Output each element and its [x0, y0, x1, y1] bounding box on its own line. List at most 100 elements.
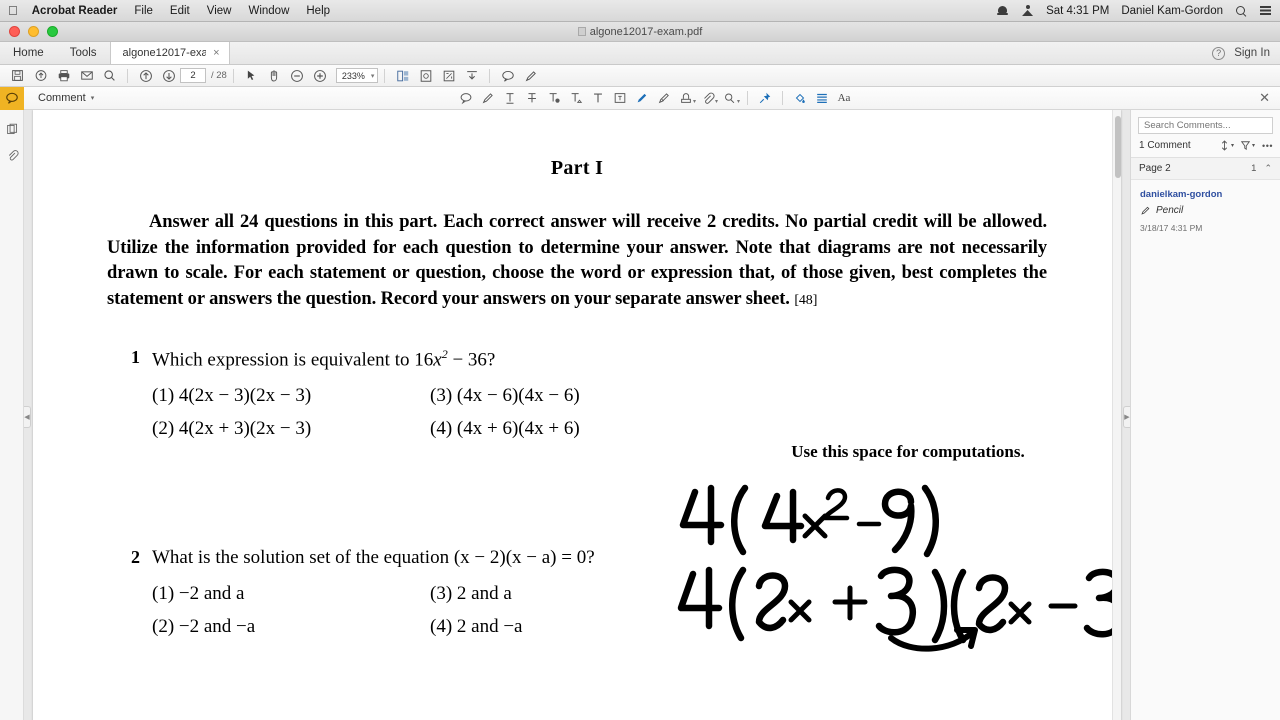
pencil-icon — [1141, 206, 1150, 215]
comment-mode-label[interactable]: Comment ▾ — [24, 92, 94, 104]
next-page-icon[interactable] — [157, 66, 180, 86]
choice-2-1[interactable]: (1) −2 and a — [152, 583, 430, 605]
choice-1-3[interactable]: (3) (4x − 6)(4x − 6) — [430, 385, 708, 407]
strikethrough-text-icon[interactable] — [521, 88, 543, 109]
tab-home[interactable]: Home — [0, 42, 57, 64]
attach-file-icon[interactable]: ▾ — [697, 88, 719, 109]
comments-page-label: Page 2 — [1139, 163, 1171, 174]
close-comment-toolbar-icon[interactable]: ✕ — [1259, 90, 1270, 106]
user-account-icon[interactable] — [1021, 4, 1034, 17]
snapshot-icon[interactable] — [414, 66, 437, 86]
download-icon[interactable] — [460, 66, 483, 86]
fill-color-icon[interactable] — [789, 88, 811, 109]
use-space-note: Use this space for computations. — [791, 442, 1025, 461]
page-number-input[interactable]: 2 — [180, 68, 206, 83]
main-toolbar: 2 / 28 233% ▾ — [0, 65, 1280, 87]
spotlight-search-icon[interactable] — [1235, 5, 1247, 17]
document-icon — [577, 26, 586, 36]
chevron-down-icon: ▾ — [714, 98, 718, 105]
upload-cloud-icon[interactable] — [29, 66, 52, 86]
document-tab[interactable]: algone12017-exa... × — [109, 42, 230, 64]
zoom-level-select[interactable]: 233% ▾ — [335, 68, 379, 83]
close-window-button[interactable] — [9, 26, 20, 37]
sign-in-button[interactable]: Sign In — [1234, 47, 1270, 59]
eraser-icon[interactable] — [653, 88, 675, 109]
choice-2-4[interactable]: (4) 2 and −a — [430, 616, 708, 638]
comment-bubble-icon[interactable] — [496, 66, 519, 86]
hand-tool-icon[interactable] — [263, 66, 286, 86]
choice-1-2[interactable]: (2) 4(2x + 3)(2x − 3) — [152, 418, 430, 440]
menu-item-view[interactable]: View — [207, 5, 232, 17]
document-viewer[interactable]: ◀ Part I Answer all 24 questions in this… — [24, 110, 1130, 720]
sort-comments-icon[interactable]: ▾ — [1220, 140, 1234, 151]
menu-item-edit[interactable]: Edit — [170, 5, 190, 17]
text-box-icon[interactable] — [609, 88, 631, 109]
comment-list-item[interactable]: danielkam-gordon Pencil 3/18/17 4:31 PM — [1131, 180, 1280, 243]
pdf-page: Part I Answer all 24 questions in this p… — [33, 110, 1121, 720]
menu-item-file[interactable]: File — [134, 5, 153, 17]
window-title-text: algone12017-exam.pdf — [589, 25, 703, 38]
comment-panel-toggle[interactable] — [0, 86, 24, 110]
chevron-up-icon[interactable]: ⌃ — [1264, 163, 1272, 174]
page-scrollbar[interactable] — [1112, 110, 1121, 720]
apple-menu-icon[interactable]:  — [8, 4, 18, 17]
choice-2-3[interactable]: (3) 2 and a — [430, 583, 708, 605]
sticky-note-icon[interactable] — [455, 88, 477, 109]
choice-2-2[interactable]: (2) −2 and −a — [152, 616, 430, 638]
macos-menu-bar:  Acrobat Reader File Edit View Window H… — [0, 0, 1280, 22]
comments-page-group[interactable]: Page 2 1 ⌃ — [1131, 158, 1280, 180]
search-comments-input[interactable] — [1138, 117, 1273, 134]
menu-item-help[interactable]: Help — [306, 5, 330, 17]
scrollbar-thumb[interactable] — [1114, 116, 1121, 178]
add-note-to-text-icon[interactable] — [543, 88, 565, 109]
print-icon[interactable] — [52, 66, 75, 86]
page-layout-icon[interactable] — [391, 66, 414, 86]
chevron-down-icon: ▾ — [736, 98, 740, 105]
maximize-window-button[interactable] — [47, 26, 58, 37]
font-size-icon[interactable]: Aa — [833, 88, 855, 109]
line-thickness-icon[interactable] — [811, 88, 833, 109]
notification-center-icon[interactable] — [1259, 4, 1272, 17]
minimize-window-button[interactable] — [28, 26, 39, 37]
draw-pencil-icon[interactable] — [631, 88, 653, 109]
help-icon[interactable]: ? — [1212, 46, 1226, 60]
choice-1-4[interactable]: (4) (4x + 6)(4x + 6) — [430, 418, 708, 440]
collapse-left-panel-handle[interactable]: ◀ — [24, 406, 31, 428]
underline-text-icon[interactable] — [499, 88, 521, 109]
left-rail — [0, 110, 24, 720]
choice-1-1[interactable]: (1) 4(2x − 3)(2x − 3) — [152, 385, 430, 407]
collapse-right-panel-handle[interactable]: ▶ — [1123, 406, 1130, 428]
pencil-annotation[interactable] — [673, 480, 1121, 658]
tab-tools[interactable]: Tools — [57, 42, 110, 64]
highlight-pen-icon[interactable] — [519, 66, 542, 86]
select-tool-icon[interactable] — [240, 66, 263, 86]
comment-author: danielkam-gordon — [1140, 189, 1223, 200]
pin-icon[interactable] — [754, 88, 776, 109]
save-icon[interactable] — [6, 66, 29, 86]
shapes-icon[interactable]: ▾ — [719, 88, 741, 109]
fit-page-icon[interactable] — [437, 66, 460, 86]
search-icon[interactable] — [98, 66, 121, 86]
menu-item-acrobat-reader[interactable]: Acrobat Reader — [32, 5, 118, 17]
question-1-stem: 1 Which expression is equivalent to 16x2… — [131, 347, 1121, 371]
menu-item-window[interactable]: Window — [248, 5, 289, 17]
stamp-icon[interactable]: ▾ — [675, 88, 697, 109]
close-tab-icon[interactable]: × — [213, 47, 219, 59]
add-text-icon[interactable] — [587, 88, 609, 109]
zoom-in-icon[interactable] — [309, 66, 332, 86]
chevron-down-icon: ▾ — [370, 72, 375, 80]
previous-page-icon[interactable] — [134, 66, 157, 86]
toolbar-divider-4 — [489, 68, 491, 83]
comments-more-options-icon[interactable]: ••• — [1262, 141, 1273, 151]
zoom-out-icon[interactable] — [286, 66, 309, 86]
email-icon[interactable] — [75, 66, 98, 86]
menu-bar-clock[interactable]: Sat 4:31 PM — [1046, 5, 1109, 17]
page-thumbnails-icon[interactable] — [0, 116, 24, 142]
highlight-text-icon[interactable] — [477, 88, 499, 109]
attachments-icon[interactable] — [0, 142, 24, 168]
notification-bell-icon[interactable] — [996, 4, 1009, 17]
replace-text-icon[interactable] — [565, 88, 587, 109]
filter-comments-icon[interactable]: ▾ — [1241, 140, 1255, 151]
comment-tools-group: ▾ ▾ ▾ Aa — [455, 88, 855, 109]
menu-bar-username[interactable]: Daniel Kam-Gordon — [1121, 5, 1223, 17]
